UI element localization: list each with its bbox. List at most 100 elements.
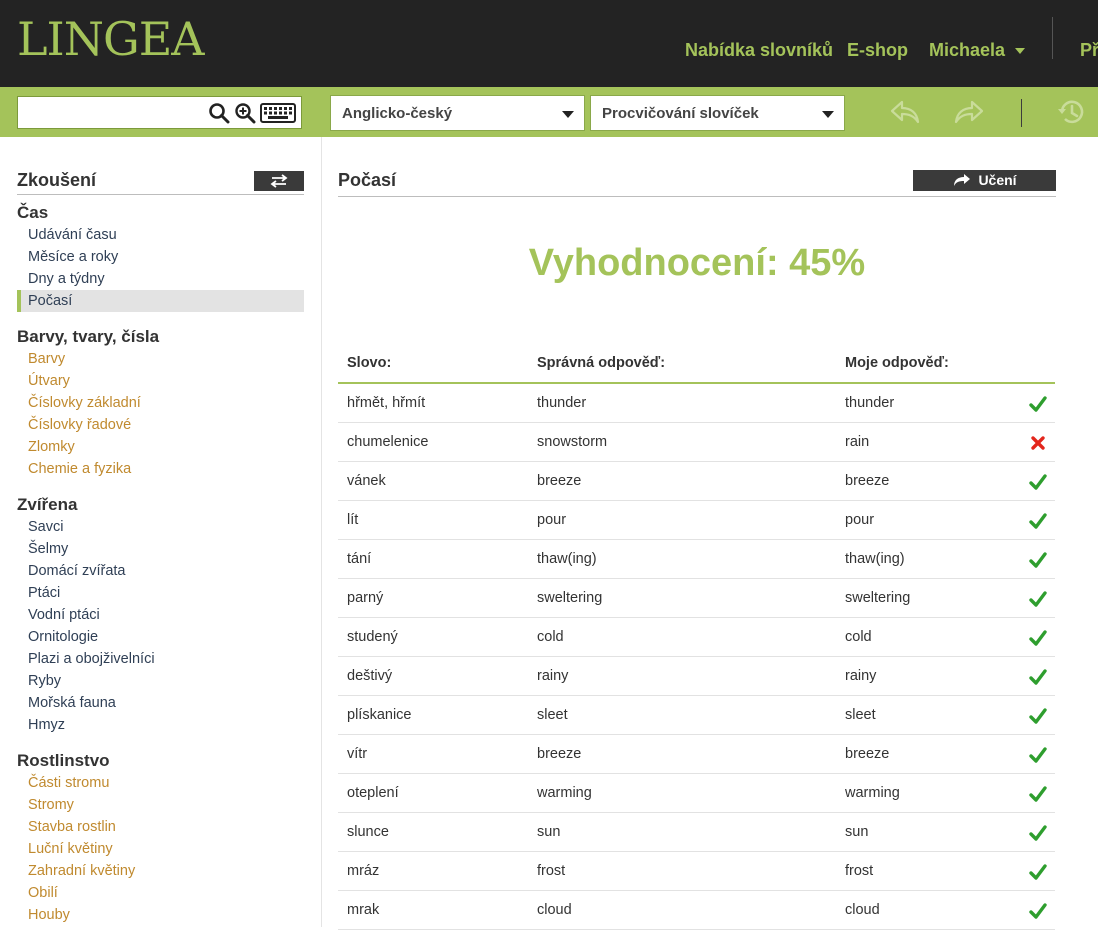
header-word: Slovo: (347, 355, 392, 371)
search-input[interactable] (22, 101, 202, 125)
table-row: vánek breeze breeze (338, 462, 1055, 501)
sidebar-divider (17, 194, 304, 195)
search-box (17, 96, 302, 129)
cell-correct-answer: thunder (537, 395, 587, 411)
sidebar-item-houby[interactable]: Houby (17, 904, 304, 926)
sidebar-item-zlomky[interactable]: Zlomky (17, 436, 304, 458)
table-row: mrak cloud cloud (338, 891, 1055, 930)
cell-correct-answer: pour (537, 512, 567, 528)
sidebar-heading: Zkoušení (17, 170, 97, 190)
cell-correct-answer: thaw(ing) (537, 551, 597, 567)
nav-user-menu[interactable]: Michaela (929, 40, 1026, 61)
swap-direction-button[interactable] (254, 171, 304, 191)
table-header: Slovo: Správná odpověď: Moje odpověď: (338, 345, 1055, 384)
cell-word: studený (347, 629, 398, 645)
cell-correct-answer: frost (537, 863, 566, 879)
cell-word: mráz (347, 863, 380, 879)
checkmark-icon (1029, 473, 1047, 495)
sidebar-item-casti-stromu[interactable]: Části stromu (17, 772, 304, 794)
checkmark-icon (1029, 707, 1047, 729)
sidebar-item-utvary[interactable]: Útvary (17, 370, 304, 392)
cell-my-answer: sleet (845, 707, 876, 723)
nav-divider (1052, 17, 1053, 59)
swap-icon (270, 174, 288, 188)
cell-my-answer: sweltering (845, 590, 911, 606)
sidebar-item-dny-a-tydny[interactable]: Dny a týdny (17, 268, 304, 290)
nav-dictionaries[interactable]: Nabídka slovníků (685, 40, 833, 61)
header-correct-answer: Správná odpověď: (537, 355, 666, 371)
sidebar-item-pocasi[interactable]: Počasí (17, 290, 304, 312)
sidebar-item-lucni-kvetiny[interactable]: Luční květiny (17, 838, 304, 860)
share-arrow-icon (954, 174, 971, 186)
cell-word: deštivý (347, 668, 393, 684)
cell-my-answer: frost (845, 863, 874, 879)
column-divider (321, 137, 322, 927)
sidebar-item-udavani-casu[interactable]: Udávání času (17, 224, 304, 246)
sidebar-item-morska-fauna[interactable]: Mořská fauna (17, 692, 304, 714)
sidebar-item-stavba-rostlin[interactable]: Stavba rostlin (17, 816, 304, 838)
cell-word: parný (347, 590, 384, 606)
zoom-in-icon[interactable] (234, 102, 256, 124)
table-row: tání thaw(ing) thaw(ing) (338, 540, 1055, 579)
checkmark-icon (1029, 590, 1047, 612)
checkmark-icon (1029, 395, 1047, 417)
cell-word: vánek (347, 473, 386, 489)
table-row: chumelenice snowstorm rain (338, 423, 1055, 462)
cell-correct-answer: snowstorm (537, 434, 608, 450)
sidebar-item-cislovky-radove[interactable]: Číslovky řadové (17, 414, 304, 436)
keyboard-icon[interactable] (260, 103, 296, 123)
forward-icon[interactable] (953, 98, 985, 126)
checkmark-icon (1029, 785, 1047, 807)
checkmark-icon (1029, 668, 1047, 690)
cell-correct-answer: rainy (537, 668, 569, 684)
cell-correct-answer: cold (537, 629, 564, 645)
sidebar-item-savci[interactable]: Savci (17, 516, 304, 538)
checkmark-icon (1029, 902, 1047, 924)
logo[interactable]: LINGEA (17, 12, 205, 66)
cell-word: chumelenice (347, 434, 429, 450)
history-icon[interactable] (1056, 97, 1086, 127)
sidebar-item-obili[interactable]: Obilí (17, 882, 304, 904)
cross-icon (1029, 434, 1047, 456)
learn-button[interactable]: Učení (913, 170, 1056, 191)
sidebar-item-plazi-a-obojzivelnici[interactable]: Plazi a obojživelníci (17, 648, 304, 670)
cell-word: lít (347, 512, 359, 528)
sidebar-item-vodni-ptaci[interactable]: Vodní ptáci (17, 604, 304, 626)
checkmark-icon (1029, 863, 1047, 885)
cell-my-answer: rain (845, 434, 870, 450)
cell-my-answer: warming (845, 785, 900, 801)
cell-word: hřmět, hřmít (347, 395, 426, 411)
table-row: studený cold cold (338, 618, 1055, 657)
chevron-down-icon (562, 111, 574, 118)
category-cas: Čas (17, 203, 49, 222)
mode-select[interactable]: Procvičování slovíček (590, 95, 845, 131)
sidebar-item-ptaci[interactable]: Ptáci (17, 582, 304, 604)
sidebar-item-stromy[interactable]: Stromy (17, 794, 304, 816)
sidebar-item-domaci-zvirata[interactable]: Domácí zvířata (17, 560, 304, 582)
back-icon[interactable] (889, 98, 921, 126)
sidebar-item-ornitologie[interactable]: Ornitologie (17, 626, 304, 648)
checkmark-icon (1029, 512, 1047, 534)
sidebar-item-cislovky-zakladni[interactable]: Číslovky základní (17, 392, 304, 414)
table-row: hřmět, hřmít thunder thunder (338, 384, 1055, 423)
cell-word: mrak (347, 902, 380, 918)
sidebar-item-ryby[interactable]: Ryby (17, 670, 304, 692)
table-row: deštivý rainy rainy (338, 657, 1055, 696)
cell-word: vítr (347, 746, 368, 762)
sidebar-item-zahradni-kvetiny[interactable]: Zahradní květiny (17, 860, 304, 882)
nav-eshop[interactable]: E-shop (847, 40, 908, 61)
cell-my-answer: sun (845, 824, 869, 840)
sidebar-item-hmyz[interactable]: Hmyz (17, 714, 304, 736)
learn-button-label: Učení (978, 172, 1017, 188)
title-divider (338, 196, 1056, 197)
table-row: parný sweltering sweltering (338, 579, 1055, 618)
cell-my-answer: breeze (845, 473, 890, 489)
nav-overflow-item[interactable]: Př (1080, 40, 1098, 61)
sidebar-item-barvy[interactable]: Barvy (17, 348, 304, 370)
dictionary-select[interactable]: Anglicko-český (330, 95, 585, 131)
search-icon[interactable] (208, 102, 230, 124)
dictionary-select-value: Anglicko-český (342, 105, 453, 122)
sidebar-item-selmy[interactable]: Šelmy (17, 538, 304, 560)
sidebar-item-chemie-a-fyzika[interactable]: Chemie a fyzika (17, 458, 304, 480)
sidebar-item-mesice-a-roky[interactable]: Měsíce a roky (17, 246, 304, 268)
